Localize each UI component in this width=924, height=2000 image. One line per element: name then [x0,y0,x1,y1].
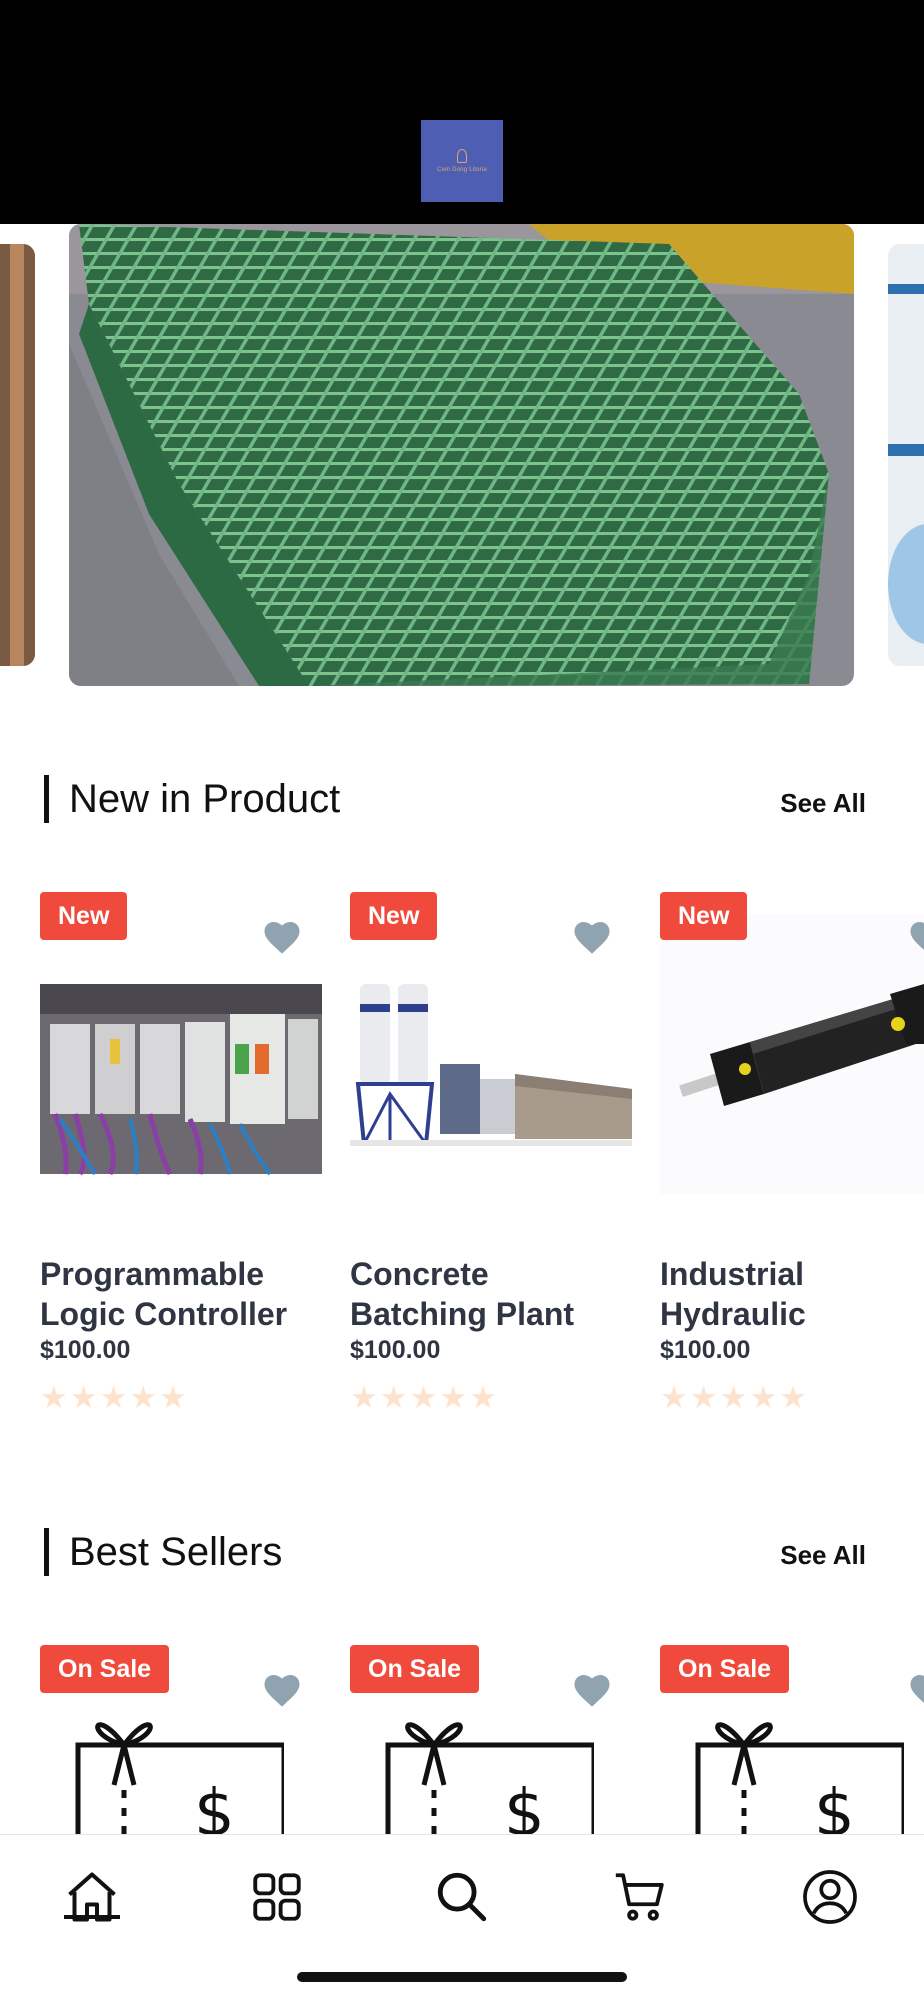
see-all-new-button[interactable]: See All [780,788,866,819]
heart-icon[interactable] [262,1671,302,1709]
banner-carousel[interactable] [0,224,924,686]
heart-icon[interactable] [262,918,302,956]
product-image-hydraulic[interactable] [660,914,924,1194]
heart-icon[interactable] [572,1671,612,1709]
bestseller-card[interactable]: On Sale $ [350,1645,632,1835]
section-accent-bar [44,1528,49,1576]
see-all-best-button[interactable]: See All [780,1540,866,1571]
banner-slide-prev[interactable] [0,244,35,666]
logo-mark-icon [457,149,467,163]
product-price: $100.00 [350,1336,441,1364]
section-title-new: New in Product [44,774,340,824]
new-badge: New [660,892,748,940]
heart-icon[interactable] [908,1671,924,1709]
product-title[interactable]: Concrete Batching Plant [350,1254,632,1334]
svg-text:$: $ [504,1777,545,1835]
home-indicator [297,1972,627,1982]
section-title-best: Best Sellers [44,1527,282,1577]
search-icon[interactable] [430,1865,494,1929]
product-card-plc[interactable]: New Programmable Logic Controller $100.0… [40,892,322,1432]
on-sale-badge: On Sale [660,1645,790,1693]
heart-icon[interactable] [908,918,924,956]
product-card-hydraulic[interactable]: New Industrial Hydraulic $100.00 ★★★★★ [660,892,924,1432]
banner-slide-next[interactable] [888,244,924,666]
section-title-text: Best Sellers [69,1529,283,1574]
bestseller-card[interactable]: On Sale $ [660,1645,924,1835]
active-tab-indicator [64,1915,120,1919]
on-sale-badge: On Sale [350,1645,480,1693]
product-price: $100.00 [40,1336,131,1364]
bestseller-card[interactable]: On Sale $ [40,1645,322,1835]
new-badge: New [40,892,128,940]
svg-text:$: $ [814,1777,855,1835]
section-title-text: New in Product [69,776,341,821]
banner-slide-grating[interactable] [69,224,854,686]
section-accent-bar [44,775,49,823]
gift-card-icon: $ [694,1705,924,1835]
product-title[interactable]: Programmable Logic Controller [40,1254,322,1334]
profile-icon[interactable] [798,1865,862,1929]
header-bar: Cem Dong Litoria [0,0,924,224]
product-price: $100.00 [660,1336,751,1364]
on-sale-badge: On Sale [40,1645,170,1693]
rating-stars: ★★★★★ [40,1380,189,1415]
product-card-concrete[interactable]: New Concrete Batching Plant $100.00 ★★★★… [350,892,632,1432]
svg-text:$: $ [194,1777,235,1835]
home-icon[interactable] [60,1865,124,1929]
new-badge: New [350,892,438,940]
rating-stars: ★★★★★ [350,1380,499,1415]
rating-stars: ★★★★★ [660,1380,809,1415]
categories-icon[interactable] [245,1865,309,1929]
logo-text: Cem Dong Litoria [437,167,487,173]
cart-icon[interactable] [608,1865,672,1929]
app-logo[interactable]: Cem Dong Litoria [421,120,503,202]
gift-card-icon: $ [74,1705,322,1835]
heart-icon[interactable] [572,918,612,956]
gift-card-icon: $ [384,1705,632,1835]
product-title[interactable]: Industrial Hydraulic [660,1254,924,1334]
